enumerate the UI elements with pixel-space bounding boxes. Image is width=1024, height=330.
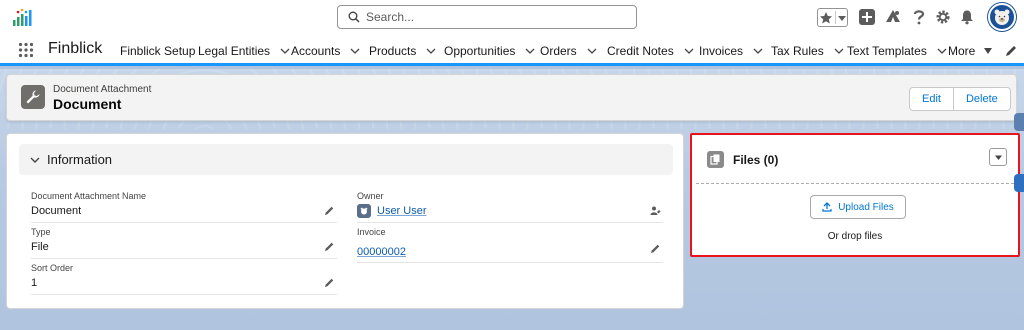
field-value: File [31, 241, 49, 253]
favorites-dropdown-icon[interactable] [838, 14, 846, 22]
field-invoice: Invoice 00000002 [357, 227, 663, 263]
record-type-label: Document Attachment [53, 84, 152, 95]
nav-item-label: Credit Notes [607, 44, 674, 58]
favorites-group[interactable] [817, 8, 848, 27]
field-label: Invoice [357, 227, 386, 237]
add-icon[interactable] [858, 7, 876, 27]
caret-down-icon[interactable] [983, 46, 993, 56]
nav-item-label: Legal Entities [198, 44, 271, 58]
global-search[interactable] [337, 5, 637, 29]
details-card: Information Document Attachment Name Doc… [6, 133, 684, 309]
nav-item-label: Tax Rules [771, 44, 824, 58]
section-title: Information [47, 152, 113, 167]
nav-item-invoices[interactable]: Invoices [699, 44, 763, 58]
field-label: Sort Order [31, 263, 74, 273]
caret-down-icon [994, 155, 1002, 160]
chevron-down-icon[interactable] [350, 46, 360, 56]
field-owner: Owner User User [357, 191, 663, 223]
chevron-down-icon[interactable] [834, 46, 844, 56]
owner-link[interactable]: User User [377, 205, 427, 217]
nav-item-label: Text Templates [847, 44, 927, 58]
search-input[interactable] [366, 8, 626, 26]
trailhead-icon[interactable] [884, 7, 902, 27]
edit-nav-pencil-icon[interactable] [1004, 44, 1018, 58]
file-drop-zone[interactable]: Upload Files Or drop files [696, 183, 1014, 253]
nav-item-label: Finblick Setup [120, 44, 196, 58]
nav-item-label: Accounts [291, 44, 341, 58]
utility-edge-tab[interactable] [1014, 174, 1024, 192]
change-owner-icon[interactable] [650, 205, 661, 216]
pencil-edit-icon[interactable] [324, 241, 335, 252]
nav-item-more[interactable]: More [948, 44, 993, 58]
field-document-attachment-name: Document Attachment Name Document [31, 191, 337, 223]
chevron-down-icon[interactable] [29, 154, 41, 166]
nav-item-label: Products [369, 44, 417, 58]
favorites-star-icon[interactable] [819, 11, 833, 25]
nav-item-opportunities[interactable]: Opportunities [444, 44, 535, 58]
record-header: Document Attachment Document Edit Delete [6, 74, 1017, 121]
files-icon [707, 151, 724, 168]
app-name: Finblick [48, 40, 103, 57]
nav-item-label: Opportunities [444, 44, 516, 58]
field-label: Type [31, 227, 51, 237]
nav-item-credit-notes[interactable]: Credit Notes [607, 44, 694, 58]
edit-button[interactable]: Edit [909, 87, 954, 111]
record-title: Document [53, 96, 122, 112]
global-header [0, 0, 1024, 36]
chevron-down-icon[interactable] [280, 46, 290, 56]
field-type: Type File [31, 227, 337, 259]
upload-files-button[interactable]: Upload Files [810, 195, 906, 219]
search-icon [348, 11, 360, 23]
record-actions: Edit Delete [909, 87, 1011, 111]
owner-avatar-icon [357, 204, 371, 218]
nav-item-text-templates[interactable]: Text Templates [847, 44, 947, 58]
upload-files-label: Upload Files [838, 201, 894, 213]
avatar[interactable] [988, 3, 1016, 31]
nav-item-label: Invoices [699, 44, 744, 58]
chevron-down-icon[interactable] [937, 46, 947, 56]
field-value: Document [31, 205, 82, 217]
user-avatar-icon [994, 9, 1010, 25]
delete-button[interactable]: Delete [953, 87, 1011, 111]
nav-item-products[interactable]: Products [369, 44, 436, 58]
field-sort-order: Sort Order 1 [31, 263, 337, 295]
chevron-down-icon[interactable] [753, 46, 763, 56]
chevron-down-icon[interactable] [426, 46, 436, 56]
chevron-down-icon[interactable] [587, 46, 597, 56]
app-launcher-icon[interactable] [18, 42, 34, 58]
pencil-edit-icon[interactable] [324, 205, 335, 216]
app-logo-icon[interactable] [12, 6, 36, 28]
chevron-down-icon[interactable] [525, 46, 535, 56]
upload-icon [822, 202, 832, 212]
nav-item-orders[interactable]: Orders [540, 44, 597, 58]
nav-item-legal-entities[interactable]: Legal Entities [198, 44, 290, 58]
pencil-edit-icon[interactable] [650, 243, 661, 254]
invoice-link[interactable]: 00000002 [357, 246, 406, 258]
nav-item-label: Orders [540, 44, 577, 58]
navigation-bar: Finblick Finblick Setup Legal Entities A… [0, 36, 1024, 66]
chevron-down-icon[interactable] [684, 46, 694, 56]
nav-item-tax-rules[interactable]: Tax Rules [771, 44, 844, 58]
field-value: 1 [31, 277, 38, 289]
files-menu-button[interactable] [989, 148, 1007, 166]
help-icon[interactable] [912, 7, 926, 27]
nav-item-label: More [948, 44, 976, 58]
field-label: Owner [357, 191, 384, 201]
information-section-header[interactable]: Information [19, 144, 673, 175]
utility-edge-tab[interactable] [1014, 113, 1024, 131]
record-type-icon [21, 85, 45, 109]
notifications-bell-icon[interactable] [960, 7, 974, 27]
pencil-edit-icon[interactable] [324, 277, 335, 288]
drop-files-text: Or drop files [827, 231, 883, 242]
wrench-icon [26, 90, 40, 104]
field-label: Document Attachment Name [31, 191, 147, 201]
files-related-list: Files (0) Upload Files Or drop files [690, 133, 1020, 257]
files-title[interactable]: Files (0) [733, 153, 778, 167]
setup-gear-icon[interactable] [935, 7, 951, 27]
nav-item-finblick-setup[interactable]: Finblick Setup [120, 44, 195, 58]
nav-item-accounts[interactable]: Accounts [291, 44, 360, 58]
